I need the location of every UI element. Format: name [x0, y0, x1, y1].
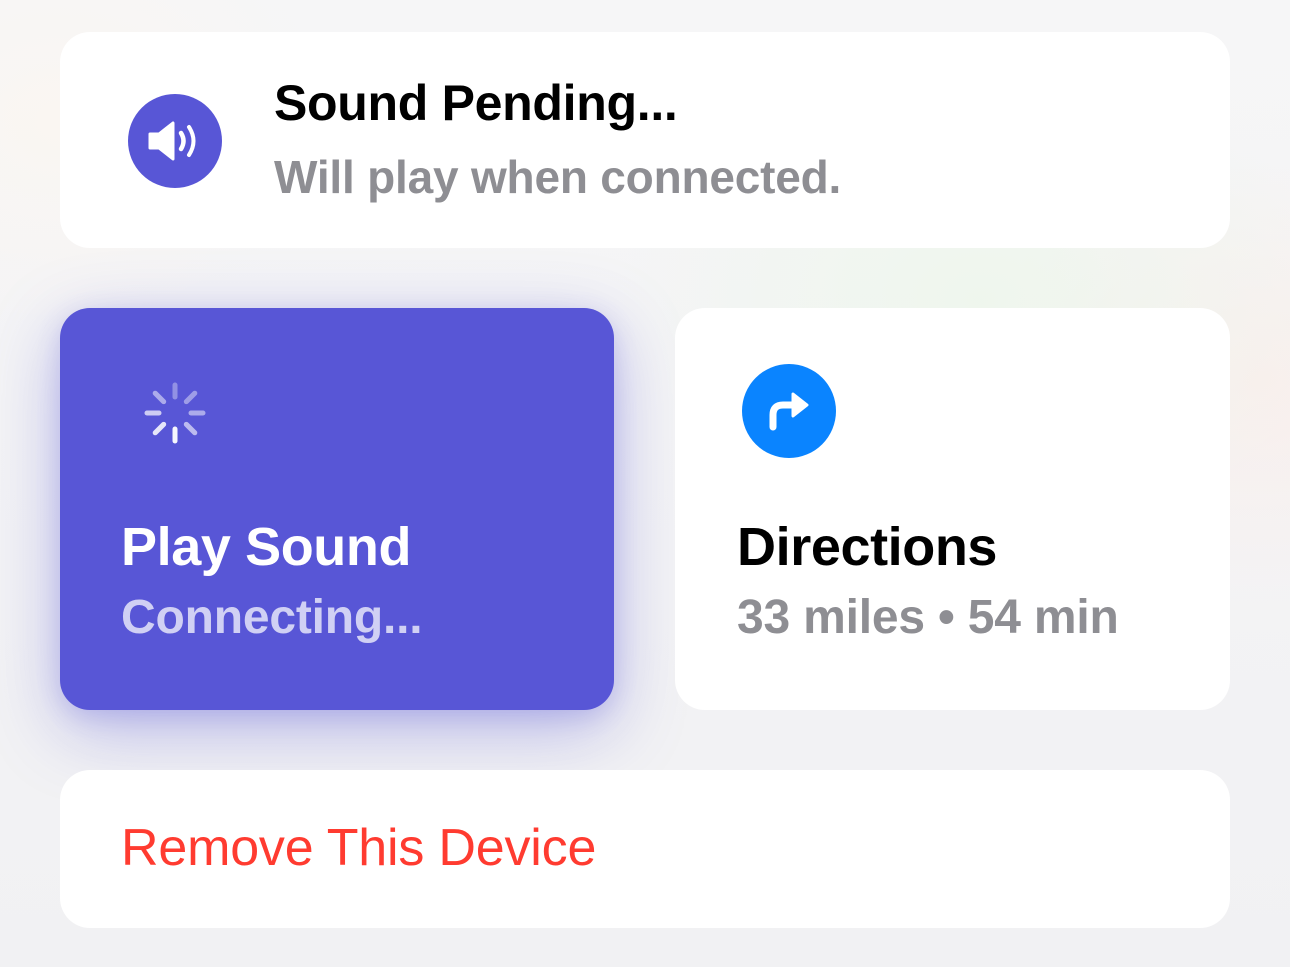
speaker-wave-icon [128, 94, 222, 188]
play-sound-status: Connecting... [121, 591, 423, 644]
directions-detail: 33 miles • 54 min [737, 591, 1119, 644]
directions-title: Directions [737, 517, 998, 577]
turn-right-arrow-icon [742, 364, 836, 458]
play-sound-button[interactable] [60, 308, 614, 710]
activity-spinner-icon [142, 380, 208, 446]
sound-pending-card [60, 32, 1230, 248]
directions-button[interactable] [675, 308, 1230, 710]
play-sound-title: Play Sound [121, 517, 412, 577]
sound-pending-subtitle: Will play when connected. [274, 151, 842, 203]
remove-device-label: Remove This Device [121, 819, 597, 877]
sound-pending-title: Sound Pending... [274, 75, 678, 131]
